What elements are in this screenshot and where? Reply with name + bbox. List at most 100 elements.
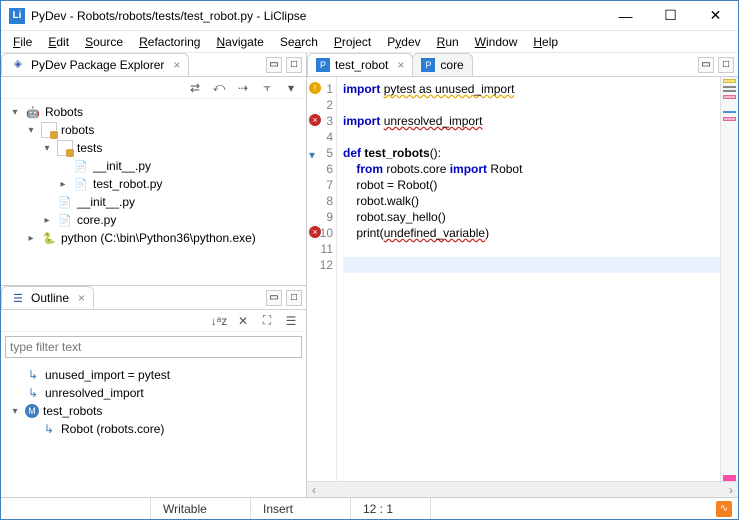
menu-run[interactable]: Run bbox=[429, 33, 467, 51]
tree-node[interactable]: ▾🤖Robots bbox=[3, 103, 304, 121]
minimize-button[interactable]: — bbox=[603, 1, 648, 31]
outline-tool-3[interactable]: ☰ bbox=[282, 312, 300, 330]
tree-node[interactable]: ▾Mtest_robots bbox=[3, 402, 304, 420]
outline-tree[interactable]: ↳unused_import = pytest↳unresolved_impor… bbox=[1, 362, 306, 497]
menu-search[interactable]: Search bbox=[272, 33, 326, 51]
tree-node[interactable]: ↳unresolved_import bbox=[3, 384, 304, 402]
code-line[interactable]: robot.say_hello() bbox=[343, 209, 720, 225]
code-line[interactable]: import unresolved_import bbox=[343, 113, 720, 129]
tree-node[interactable]: ▸🐍python (C:\bin\Python36\python.exe) bbox=[3, 229, 304, 247]
tree-node[interactable]: ▸📄core.py bbox=[3, 211, 304, 229]
expand-icon[interactable]: ▾ bbox=[9, 107, 21, 118]
outline-tool-1[interactable]: ✕ bbox=[234, 312, 252, 330]
minimize-view-button[interactable]: ▭ bbox=[266, 57, 282, 73]
error-marker-icon[interactable]: × bbox=[309, 226, 321, 238]
tree-node[interactable]: 📄__init__.py bbox=[3, 193, 304, 211]
maximize-view-button[interactable]: □ bbox=[718, 57, 734, 73]
outline-filter-input[interactable] bbox=[5, 336, 302, 358]
tree-node[interactable]: ▾tests bbox=[3, 139, 304, 157]
rss-icon[interactable]: ∿ bbox=[716, 501, 732, 517]
outline-tool-0[interactable]: ↓ᵃz bbox=[210, 312, 228, 330]
menu-navigate[interactable]: Navigate bbox=[208, 33, 271, 51]
code-line[interactable]: robot.walk() bbox=[343, 193, 720, 209]
line-number[interactable]: 6 bbox=[307, 161, 333, 177]
menu-window[interactable]: Window bbox=[467, 33, 526, 51]
code-line[interactable]: robot = Robot() bbox=[343, 177, 720, 193]
code-line[interactable]: from robots.core import Robot bbox=[343, 161, 720, 177]
expand-icon[interactable]: ▾ bbox=[9, 406, 21, 417]
editor-scrollbar[interactable]: ‹ › bbox=[307, 481, 738, 497]
explorer-tool-3[interactable]: ⫟ bbox=[258, 79, 276, 97]
warning-marker-icon[interactable]: ! bbox=[309, 82, 321, 94]
line-number[interactable]: 8 bbox=[307, 193, 333, 209]
editor-tab-test_robot[interactable]: Ptest_robot× bbox=[307, 53, 413, 76]
code-line[interactable]: print(undefined_variable) bbox=[343, 225, 720, 241]
explorer-tab[interactable]: 🞛 PyDev Package Explorer × bbox=[1, 53, 189, 76]
editor[interactable]: !12×34▾56789×101112 import pytest as unu… bbox=[307, 77, 738, 481]
line-number[interactable]: 4 bbox=[307, 129, 333, 145]
outline-tool-2[interactable]: ⛶ bbox=[258, 312, 276, 330]
close-icon[interactable]: × bbox=[173, 58, 180, 72]
line-number[interactable]: 7 bbox=[307, 177, 333, 193]
overview-marker[interactable] bbox=[723, 475, 736, 481]
menu-source[interactable]: Source bbox=[77, 33, 131, 51]
maximize-view-button[interactable]: □ bbox=[286, 290, 302, 306]
editor-code[interactable]: import pytest as unused_import import un… bbox=[337, 77, 720, 481]
minimize-view-button[interactable]: ▭ bbox=[266, 290, 282, 306]
line-number[interactable]: !1 bbox=[307, 81, 333, 97]
tree-node[interactable]: ↳Robot (robots.core) bbox=[3, 420, 304, 438]
error-marker-icon[interactable]: × bbox=[309, 114, 321, 126]
line-number[interactable]: 9 bbox=[307, 209, 333, 225]
overview-marker[interactable] bbox=[723, 79, 736, 83]
menu-pydev[interactable]: Pydev bbox=[379, 33, 428, 51]
expand-icon[interactable]: ▸ bbox=[25, 233, 37, 244]
overview-marker[interactable] bbox=[723, 86, 736, 88]
expand-icon[interactable]: ▸ bbox=[41, 215, 53, 226]
line-number[interactable]: ×3 bbox=[307, 113, 333, 129]
editor-gutter[interactable]: !12×34▾56789×101112 bbox=[307, 77, 337, 481]
tree-node[interactable]: ▸📄test_robot.py bbox=[3, 175, 304, 193]
overview-marker[interactable] bbox=[723, 117, 736, 121]
line-number[interactable]: ▾5 bbox=[307, 145, 333, 161]
tree-node[interactable]: ▾robots bbox=[3, 121, 304, 139]
scroll-right-icon[interactable]: › bbox=[724, 483, 738, 497]
explorer-tool-1[interactable]: ⤺ bbox=[210, 79, 228, 97]
outline-tab[interactable]: ☰ Outline × bbox=[1, 286, 94, 309]
code-line[interactable]: import pytest as unused_import bbox=[343, 81, 720, 97]
overview-marker[interactable] bbox=[723, 90, 736, 92]
tree-node[interactable]: 📄__init__.py bbox=[3, 157, 304, 175]
expand-icon[interactable]: ▾ bbox=[41, 143, 53, 154]
code-line[interactable] bbox=[343, 241, 720, 257]
menu-file[interactable]: File bbox=[5, 33, 40, 51]
tree-node[interactable]: ↳unused_import = pytest bbox=[3, 366, 304, 384]
minimize-view-button[interactable]: ▭ bbox=[698, 57, 714, 73]
maximize-button[interactable]: ☐ bbox=[648, 1, 693, 31]
menu-edit[interactable]: Edit bbox=[40, 33, 77, 51]
expand-icon[interactable]: ▸ bbox=[57, 179, 69, 190]
maximize-view-button[interactable]: □ bbox=[286, 57, 302, 73]
explorer-tool-2[interactable]: ⇢ bbox=[234, 79, 252, 97]
close-icon[interactable]: × bbox=[397, 58, 404, 72]
menu-project[interactable]: Project bbox=[326, 33, 379, 51]
code-line[interactable] bbox=[343, 97, 720, 113]
explorer-tree[interactable]: ▾🤖Robots▾robots▾tests📄__init__.py▸📄test_… bbox=[1, 99, 306, 285]
line-number[interactable]: 11 bbox=[307, 241, 333, 257]
explorer-tool-4[interactable]: ▾ bbox=[282, 79, 300, 97]
line-number[interactable]: 2 bbox=[307, 97, 333, 113]
explorer-tool-0[interactable]: ⇄ bbox=[186, 79, 204, 97]
code-line[interactable] bbox=[343, 257, 720, 273]
code-line[interactable] bbox=[343, 129, 720, 145]
overview-ruler[interactable] bbox=[720, 77, 738, 481]
menu-bar[interactable]: FileEditSourceRefactoringNavigateSearchP… bbox=[1, 31, 738, 53]
close-icon[interactable]: × bbox=[78, 291, 85, 305]
line-number[interactable]: 12 bbox=[307, 257, 333, 273]
scroll-left-icon[interactable]: ‹ bbox=[307, 483, 321, 497]
overview-marker[interactable] bbox=[723, 111, 736, 113]
close-button[interactable]: ✕ bbox=[693, 1, 738, 31]
overview-marker[interactable] bbox=[723, 95, 736, 99]
line-number[interactable]: ×10 bbox=[307, 225, 333, 241]
menu-help[interactable]: Help bbox=[525, 33, 566, 51]
editor-tab-core[interactable]: Pcore bbox=[412, 53, 472, 76]
menu-refactoring[interactable]: Refactoring bbox=[131, 33, 208, 51]
expand-icon[interactable]: ▾ bbox=[25, 125, 37, 136]
